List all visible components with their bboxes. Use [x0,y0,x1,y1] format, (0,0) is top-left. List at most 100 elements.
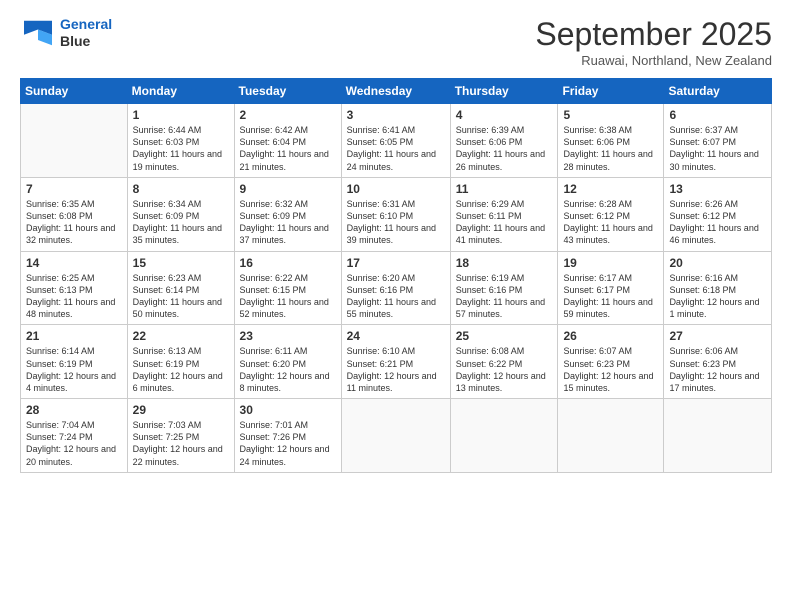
calendar-cell: 16Sunrise: 6:22 AM Sunset: 6:15 PM Dayli… [234,251,341,325]
calendar-table: SundayMondayTuesdayWednesdayThursdayFrid… [20,78,772,473]
calendar-cell: 23Sunrise: 6:11 AM Sunset: 6:20 PM Dayli… [234,325,341,399]
cell-info: Sunrise: 6:44 AM Sunset: 6:03 PM Dayligh… [133,124,229,173]
day-number: 4 [456,107,553,123]
calendar-cell: 20Sunrise: 6:16 AM Sunset: 6:18 PM Dayli… [664,251,772,325]
day-number: 21 [26,328,122,344]
weekday-header-monday: Monday [127,79,234,104]
page: General Blue September 2025 Ruawai, Nort… [0,0,792,612]
day-number: 12 [563,181,658,197]
week-row-5: 28Sunrise: 7:04 AM Sunset: 7:24 PM Dayli… [21,399,772,473]
day-number: 14 [26,255,122,271]
calendar-cell: 29Sunrise: 7:03 AM Sunset: 7:25 PM Dayli… [127,399,234,473]
logo-icon [20,19,56,47]
cell-info: Sunrise: 6:42 AM Sunset: 6:04 PM Dayligh… [240,124,336,173]
calendar-cell: 25Sunrise: 6:08 AM Sunset: 6:22 PM Dayli… [450,325,558,399]
calendar-cell: 28Sunrise: 7:04 AM Sunset: 7:24 PM Dayli… [21,399,128,473]
day-number: 6 [669,107,766,123]
day-number: 27 [669,328,766,344]
calendar-cell: 7Sunrise: 6:35 AM Sunset: 6:08 PM Daylig… [21,177,128,251]
week-row-3: 14Sunrise: 6:25 AM Sunset: 6:13 PM Dayli… [21,251,772,325]
weekday-header-wednesday: Wednesday [341,79,450,104]
cell-info: Sunrise: 6:20 AM Sunset: 6:16 PM Dayligh… [347,272,445,321]
day-number: 18 [456,255,553,271]
calendar-cell: 22Sunrise: 6:13 AM Sunset: 6:19 PM Dayli… [127,325,234,399]
day-number: 19 [563,255,658,271]
calendar-cell: 8Sunrise: 6:34 AM Sunset: 6:09 PM Daylig… [127,177,234,251]
cell-info: Sunrise: 6:19 AM Sunset: 6:16 PM Dayligh… [456,272,553,321]
calendar-cell: 4Sunrise: 6:39 AM Sunset: 6:06 PM Daylig… [450,104,558,178]
day-number: 22 [133,328,229,344]
weekday-header-row: SundayMondayTuesdayWednesdayThursdayFrid… [21,79,772,104]
calendar-cell: 10Sunrise: 6:31 AM Sunset: 6:10 PM Dayli… [341,177,450,251]
day-number: 15 [133,255,229,271]
day-number: 8 [133,181,229,197]
calendar-cell: 30Sunrise: 7:01 AM Sunset: 7:26 PM Dayli… [234,399,341,473]
cell-info: Sunrise: 6:28 AM Sunset: 6:12 PM Dayligh… [563,198,658,247]
calendar-cell: 17Sunrise: 6:20 AM Sunset: 6:16 PM Dayli… [341,251,450,325]
cell-info: Sunrise: 6:22 AM Sunset: 6:15 PM Dayligh… [240,272,336,321]
cell-info: Sunrise: 6:37 AM Sunset: 6:07 PM Dayligh… [669,124,766,173]
calendar-cell [558,399,664,473]
cell-info: Sunrise: 6:25 AM Sunset: 6:13 PM Dayligh… [26,272,122,321]
cell-info: Sunrise: 6:13 AM Sunset: 6:19 PM Dayligh… [133,345,229,394]
cell-info: Sunrise: 6:41 AM Sunset: 6:05 PM Dayligh… [347,124,445,173]
day-number: 25 [456,328,553,344]
weekday-header-friday: Friday [558,79,664,104]
cell-info: Sunrise: 6:08 AM Sunset: 6:22 PM Dayligh… [456,345,553,394]
cell-info: Sunrise: 6:32 AM Sunset: 6:09 PM Dayligh… [240,198,336,247]
calendar-cell: 15Sunrise: 6:23 AM Sunset: 6:14 PM Dayli… [127,251,234,325]
calendar-cell: 6Sunrise: 6:37 AM Sunset: 6:07 PM Daylig… [664,104,772,178]
day-number: 5 [563,107,658,123]
cell-info: Sunrise: 6:23 AM Sunset: 6:14 PM Dayligh… [133,272,229,321]
day-number: 17 [347,255,445,271]
cell-info: Sunrise: 7:03 AM Sunset: 7:25 PM Dayligh… [133,419,229,468]
calendar-cell: 2Sunrise: 6:42 AM Sunset: 6:04 PM Daylig… [234,104,341,178]
day-number: 29 [133,402,229,418]
calendar-cell: 13Sunrise: 6:26 AM Sunset: 6:12 PM Dayli… [664,177,772,251]
day-number: 2 [240,107,336,123]
calendar-cell [341,399,450,473]
weekday-header-sunday: Sunday [21,79,128,104]
calendar-cell: 18Sunrise: 6:19 AM Sunset: 6:16 PM Dayli… [450,251,558,325]
day-number: 28 [26,402,122,418]
week-row-1: 1Sunrise: 6:44 AM Sunset: 6:03 PM Daylig… [21,104,772,178]
day-number: 10 [347,181,445,197]
calendar-cell: 19Sunrise: 6:17 AM Sunset: 6:17 PM Dayli… [558,251,664,325]
day-number: 26 [563,328,658,344]
calendar-cell: 12Sunrise: 6:28 AM Sunset: 6:12 PM Dayli… [558,177,664,251]
calendar-cell: 21Sunrise: 6:14 AM Sunset: 6:19 PM Dayli… [21,325,128,399]
location-subtitle: Ruawai, Northland, New Zealand [535,53,772,68]
week-row-4: 21Sunrise: 6:14 AM Sunset: 6:19 PM Dayli… [21,325,772,399]
weekday-header-saturday: Saturday [664,79,772,104]
day-number: 9 [240,181,336,197]
cell-info: Sunrise: 6:38 AM Sunset: 6:06 PM Dayligh… [563,124,658,173]
day-number: 1 [133,107,229,123]
calendar-cell: 9Sunrise: 6:32 AM Sunset: 6:09 PM Daylig… [234,177,341,251]
cell-info: Sunrise: 6:10 AM Sunset: 6:21 PM Dayligh… [347,345,445,394]
logo: General Blue [20,16,112,50]
calendar-cell: 11Sunrise: 6:29 AM Sunset: 6:11 PM Dayli… [450,177,558,251]
day-number: 3 [347,107,445,123]
day-number: 20 [669,255,766,271]
week-row-2: 7Sunrise: 6:35 AM Sunset: 6:08 PM Daylig… [21,177,772,251]
day-number: 13 [669,181,766,197]
calendar-cell [664,399,772,473]
cell-info: Sunrise: 6:16 AM Sunset: 6:18 PM Dayligh… [669,272,766,321]
cell-info: Sunrise: 6:06 AM Sunset: 6:23 PM Dayligh… [669,345,766,394]
cell-info: Sunrise: 6:39 AM Sunset: 6:06 PM Dayligh… [456,124,553,173]
cell-info: Sunrise: 6:17 AM Sunset: 6:17 PM Dayligh… [563,272,658,321]
cell-info: Sunrise: 7:01 AM Sunset: 7:26 PM Dayligh… [240,419,336,468]
day-number: 30 [240,402,336,418]
day-number: 24 [347,328,445,344]
day-number: 16 [240,255,336,271]
cell-info: Sunrise: 6:31 AM Sunset: 6:10 PM Dayligh… [347,198,445,247]
calendar-cell: 5Sunrise: 6:38 AM Sunset: 6:06 PM Daylig… [558,104,664,178]
calendar-cell: 26Sunrise: 6:07 AM Sunset: 6:23 PM Dayli… [558,325,664,399]
cell-info: Sunrise: 6:07 AM Sunset: 6:23 PM Dayligh… [563,345,658,394]
cell-info: Sunrise: 6:29 AM Sunset: 6:11 PM Dayligh… [456,198,553,247]
cell-info: Sunrise: 6:34 AM Sunset: 6:09 PM Dayligh… [133,198,229,247]
calendar-cell [21,104,128,178]
calendar-cell: 3Sunrise: 6:41 AM Sunset: 6:05 PM Daylig… [341,104,450,178]
calendar-cell: 27Sunrise: 6:06 AM Sunset: 6:23 PM Dayli… [664,325,772,399]
cell-info: Sunrise: 6:11 AM Sunset: 6:20 PM Dayligh… [240,345,336,394]
